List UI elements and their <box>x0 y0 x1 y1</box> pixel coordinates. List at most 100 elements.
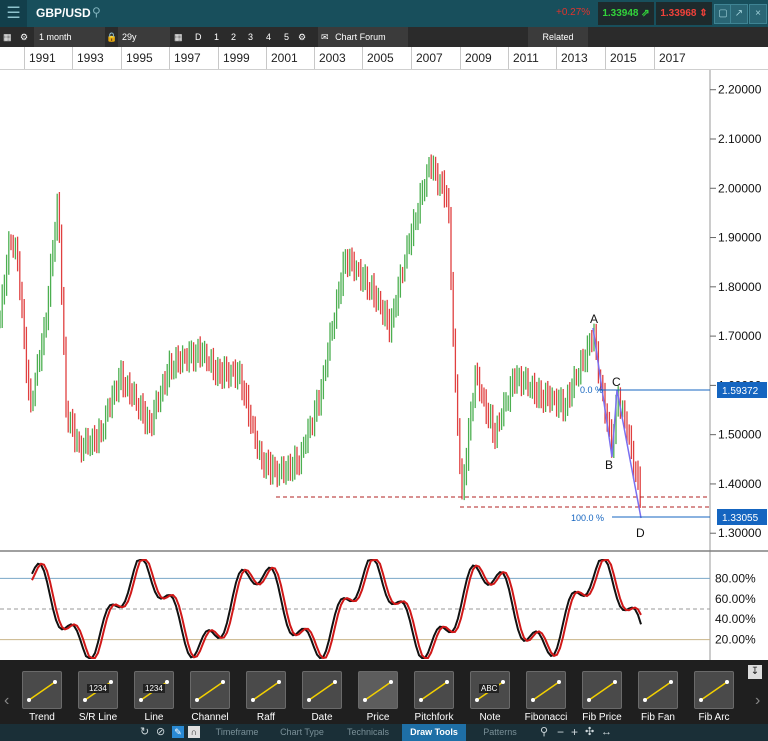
tool-label: Date <box>311 712 333 723</box>
period-2-button[interactable]: 2 <box>231 27 236 47</box>
top-bar: ☰ GBP/USD ⚲ +0.27% 1.33948 ⇗ 1.33968 ⇕ ▢… <box>0 0 768 27</box>
bid-price-button[interactable]: 1.33948 ⇗ <box>598 2 654 25</box>
price-tool[interactable]: Price <box>352 666 404 723</box>
year-axis: 1991 1993 1995 1997 1999 2001 2003 2005 … <box>0 47 768 70</box>
layout-icon[interactable]: ▦ <box>3 27 12 47</box>
raff-icon <box>246 671 286 709</box>
year-label: 2003 <box>314 47 346 69</box>
search-icon[interactable]: ⚲ <box>92 5 101 19</box>
tool-label: Fib Arc <box>698 712 730 723</box>
gear-icon[interactable]: ⚙ <box>20 27 28 47</box>
wave-label-b: B <box>605 458 613 472</box>
raff-tool[interactable]: Raff <box>240 666 292 723</box>
minus-icon[interactable]: − <box>557 724 564 741</box>
fibonacci-icon <box>526 671 566 709</box>
fib-price-icon <box>582 671 622 709</box>
fib-fan-tool[interactable]: Fib Fan <box>632 666 684 723</box>
interval-select[interactable]: 1 month <box>34 27 105 47</box>
tab-timeframe[interactable]: Timeframe <box>206 724 268 741</box>
sr-line-tool[interactable]: 1234 S/R Line <box>72 666 124 723</box>
lock-icon[interactable]: 🔒 <box>106 27 117 47</box>
menu-icon[interactable]: ☰ <box>0 0 27 27</box>
instrument-symbol[interactable]: GBP/USD <box>36 6 91 20</box>
date-tool[interactable]: Date <box>296 666 348 723</box>
year-label: 2011 <box>508 47 539 69</box>
sr-line-icon: 1234 <box>78 671 118 709</box>
fib-fan-icon <box>638 671 678 709</box>
line-tool[interactable]: 1234 Line <box>128 666 180 723</box>
collapse-icon[interactable]: ↧ <box>748 665 762 679</box>
tool-label: Fib Fan <box>641 712 675 723</box>
period-1-button[interactable]: 1 <box>214 27 219 47</box>
price-tick-label: 1.50000 <box>718 428 762 442</box>
settings-icon[interactable]: ⚙ <box>298 27 306 47</box>
change-percent: +0.27% <box>556 7 591 18</box>
ask-price: 1.33968 <box>660 8 697 19</box>
price-icon <box>358 671 398 709</box>
fit-icon[interactable]: ↔ <box>601 724 612 741</box>
tool-label: Pitchfork <box>414 712 454 723</box>
year-label: 2001 <box>266 47 298 69</box>
fib-price-tool[interactable]: Fib Price <box>576 666 628 723</box>
zoom-out-icon[interactable]: ⚲ <box>540 724 548 741</box>
period-d-button[interactable]: D <box>195 27 202 47</box>
tab-draw-tools[interactable]: Draw Tools <box>402 724 466 741</box>
refresh-icon[interactable]: ↻ <box>140 724 149 741</box>
price-tick-label: 2.20000 <box>718 83 762 97</box>
date-icon <box>302 671 342 709</box>
period-3-button[interactable]: 3 <box>248 27 253 47</box>
tool-tag: 1234 <box>87 684 109 693</box>
price-tick-label: 1.80000 <box>718 280 762 294</box>
period-5-button[interactable]: 5 <box>284 27 289 47</box>
bottom-tabs: ↻ ⊘ ✎ ∩ Timeframe Chart Type Technicals … <box>0 724 768 741</box>
wave-label-c: C <box>612 375 621 389</box>
related-button[interactable]: Related <box>528 27 588 47</box>
tool-label: Fib Price <box>582 712 622 723</box>
year-label: 2017 <box>654 47 686 69</box>
pitchfork-tool[interactable]: Pitchfork <box>408 666 460 723</box>
wave-label-a: A <box>590 312 598 326</box>
clear-icon[interactable]: ⊘ <box>156 724 165 741</box>
price-chart[interactable]: 0.0 % 100.0 % A B C D 2.20000 2.10000 2.00… <box>0 70 768 660</box>
scroll-left-icon[interactable]: ‹ <box>4 692 9 710</box>
tool-tag: ABC <box>479 684 500 693</box>
bid-price: 1.33948 <box>602 8 639 19</box>
plus-icon[interactable]: + <box>571 724 578 741</box>
fibonacci-tool[interactable]: Fibonacci <box>520 666 572 723</box>
chat-icon: ✉ <box>321 32 329 42</box>
note-icon: ABC <box>470 671 510 709</box>
fib-arc-tool[interactable]: Fib Arc <box>688 666 740 723</box>
pencil-icon[interactable]: ✎ <box>172 726 184 738</box>
range-select[interactable]: 29y <box>118 27 170 47</box>
channel-tool[interactable]: Channel <box>184 666 236 723</box>
price-tick-label: 1.30000 <box>718 526 762 540</box>
pitchfork-icon <box>414 671 454 709</box>
year-label: 2009 <box>460 47 492 69</box>
oscillator-tick-label: 60.00% <box>715 592 756 606</box>
close-icon[interactable]: × <box>749 4 767 24</box>
trend-icon <box>22 671 62 709</box>
magnet-icon[interactable]: ∩ <box>188 726 200 738</box>
price-tick-label: 1.70000 <box>718 329 762 343</box>
tab-patterns[interactable]: Patterns <box>470 724 530 741</box>
calendar-icon[interactable]: ▦ <box>174 27 183 47</box>
chart-forum-label: Chart Forum <box>335 32 386 42</box>
year-label: 2015 <box>605 47 637 69</box>
ask-price-button[interactable]: 1.33968 ⇕ <box>656 2 712 25</box>
chart-toolbar: ▦ ⚙ 1 month 🔒 29y ▦ D 1 2 3 4 5 ⚙ ✉ Char… <box>0 27 768 47</box>
price-tick-label: 2.00000 <box>718 181 762 195</box>
period-4-button[interactable]: 4 <box>266 27 271 47</box>
chart-forum-button[interactable]: ✉ Chart Forum <box>318 27 408 47</box>
tab-technicals[interactable]: Technicals <box>336 724 400 741</box>
scroll-right-icon[interactable]: › <box>755 692 760 710</box>
tool-label: Trend <box>29 712 55 723</box>
crosshair-icon[interactable]: ✣ <box>585 724 594 741</box>
trend-tool[interactable]: Trend <box>16 666 68 723</box>
price-tick-label: 1.40000 <box>718 477 762 491</box>
year-label: 1991 <box>24 47 56 69</box>
tab-chart-type[interactable]: Chart Type <box>270 724 334 741</box>
note-tool[interactable]: ABC Note <box>464 666 516 723</box>
detach-icon[interactable]: ↗ <box>730 4 748 24</box>
tool-label: Price <box>366 712 390 723</box>
year-label: 1995 <box>121 47 153 69</box>
